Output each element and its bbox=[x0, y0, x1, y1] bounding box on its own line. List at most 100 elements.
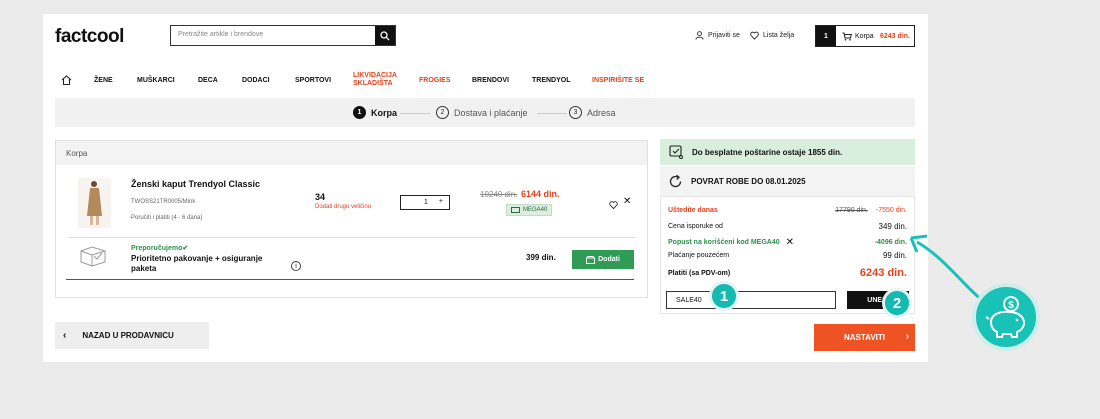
home-icon[interactable] bbox=[61, 75, 72, 87]
recommended-text: Preporučujemo bbox=[131, 245, 183, 252]
nav-likvidacija-line1: LIKVIDACIJA bbox=[353, 72, 397, 79]
return-arrow-icon bbox=[669, 174, 682, 187]
package-icon bbox=[586, 255, 596, 264]
chevron-left-icon: ‹ bbox=[63, 330, 67, 341]
add-packaging-button[interactable]: Dodati bbox=[572, 250, 634, 269]
total-value: 6243 din. bbox=[859, 267, 907, 279]
info-icon[interactable]: i bbox=[291, 261, 301, 271]
add-label: Dodati bbox=[598, 256, 620, 263]
step-divider bbox=[400, 113, 430, 114]
discount-row: Popust na korišćeni kod MEGA40 ✕ -4096 d… bbox=[668, 237, 907, 248]
product-shipping: Poručiti i platiti (4 - 6 dana) bbox=[131, 215, 203, 221]
product-old-price: 10240 din. bbox=[480, 190, 518, 199]
nav-item-dodaci[interactable]: DODACI bbox=[242, 77, 270, 84]
cart-icon bbox=[842, 32, 852, 41]
user-icon bbox=[695, 31, 704, 40]
divider bbox=[68, 237, 636, 238]
step-number: 1 bbox=[353, 106, 366, 119]
login-link[interactable]: Prijaviti se bbox=[695, 31, 740, 40]
login-label: Prijaviti se bbox=[708, 32, 740, 39]
cart-button[interactable]: 1 Korpa 6243 din. bbox=[815, 25, 915, 47]
product-sku: TWOSS21TR0005/Mink bbox=[131, 199, 196, 205]
cart-total: 6243 din. bbox=[880, 32, 910, 40]
search-placeholder: Pretražite artikle i brendove bbox=[178, 31, 264, 38]
delivery-box-icon bbox=[669, 145, 683, 159]
nav-item-brendovi[interactable]: BRENDOVI bbox=[472, 77, 509, 84]
discount-badge: MEGA40 bbox=[506, 204, 553, 216]
nav-item-likvidacija[interactable]: LIKVIDACIJA SKLADIŠTA bbox=[353, 72, 397, 88]
nav-likvidacija-line2: SKLADIŠTA bbox=[353, 80, 393, 87]
quantity-plus-button[interactable]: + bbox=[439, 198, 443, 205]
step-divider bbox=[537, 113, 567, 114]
chevron-right-icon: › bbox=[905, 331, 909, 342]
search-icon[interactable] bbox=[375, 26, 395, 45]
cod-value: 99 din. bbox=[882, 251, 907, 260]
product-new-price: 6144 din. bbox=[521, 189, 560, 199]
checkout-page: factcool Pretražite artikle i brendove P… bbox=[43, 14, 928, 362]
delivery-label: Cena isporuke od bbox=[668, 223, 723, 230]
savings-label: Uštedite danas bbox=[668, 207, 718, 214]
free-shipping-banner: Do besplatne poštarine ostaje 1855 din. bbox=[660, 139, 915, 165]
wishlist-link[interactable]: Lista želja bbox=[750, 31, 794, 40]
step-label: Dostava i plaćanje bbox=[454, 107, 528, 118]
search-bar[interactable]: Pretražite artikle i brendove bbox=[170, 25, 396, 46]
cart-count: 1 bbox=[816, 26, 836, 46]
savings-row: Uštedite danas 17790 din. -7550 din. bbox=[668, 207, 907, 214]
total-row: Platiti (sa PDV-om) 6243 din. bbox=[668, 267, 907, 279]
badge-label: MEGA40 bbox=[523, 207, 548, 213]
wishlist-label: Lista želja bbox=[763, 32, 795, 39]
nav-item-zene[interactable]: ŽENE bbox=[94, 77, 113, 84]
nav-item-deca[interactable]: DECA bbox=[198, 77, 218, 84]
step-dostava[interactable]: 2 Dostava i plaćanje bbox=[436, 106, 528, 119]
cart-header: Korpa bbox=[56, 141, 647, 165]
packaging-title: Prioritetno pakovanje + osiguranje paket… bbox=[131, 254, 263, 273]
product-title[interactable]: Ženski kaput Trendyol Classic bbox=[131, 179, 260, 189]
coupon-input[interactable]: SALE40 bbox=[666, 291, 836, 309]
product-image[interactable] bbox=[78, 178, 111, 228]
checkout-steps: 1 Korpa 2 Dostava i plaćanje 3 Adresa bbox=[55, 98, 915, 127]
quantity-stepper[interactable]: 1 + bbox=[400, 195, 450, 210]
package-shield-icon bbox=[78, 245, 108, 272]
step-korpa[interactable]: 1 Korpa bbox=[353, 106, 397, 119]
return-policy: POVRAT ROBE DO 08.01.2025 bbox=[660, 166, 915, 196]
cod-row: Plaćanje pouzećem 99 din. bbox=[668, 251, 907, 260]
nav-item-muskarci[interactable]: MUŠKARCI bbox=[137, 77, 175, 84]
delivery-row: Cena isporuke od 349 din. bbox=[668, 222, 907, 231]
check-icon: ✔ bbox=[182, 245, 189, 252]
nav-item-sportovi[interactable]: SPORTOVI bbox=[295, 77, 331, 84]
quantity-value: 1 bbox=[424, 199, 428, 206]
step-label: Adresa bbox=[587, 107, 616, 118]
return-text: POVRAT ROBE DO 08.01.2025 bbox=[691, 176, 806, 186]
savings-value: -7550 din. bbox=[875, 207, 907, 214]
add-size-link[interactable]: Dodati drugu veličinu bbox=[315, 204, 371, 210]
remove-code-icon[interactable]: ✕ bbox=[786, 237, 794, 248]
piggy-bank-icon: $ bbox=[972, 283, 1040, 351]
main-nav: ŽENE MUŠKARCI DECA DODACI SPORTOVI LIKVI… bbox=[55, 72, 917, 90]
discount-label: Popust na korišćeni kod MEGA40 bbox=[668, 239, 780, 246]
delivery-value: 349 din. bbox=[878, 222, 907, 231]
continue-label: NASTAVITI bbox=[843, 333, 886, 342]
back-label: NAZAD U PRODAVNICU bbox=[82, 331, 174, 340]
continue-button[interactable]: NASTAVITI › bbox=[814, 324, 915, 351]
cart-label: Korpa bbox=[855, 32, 874, 40]
ticket-icon bbox=[511, 207, 520, 213]
divider bbox=[66, 279, 634, 280]
step-adresa[interactable]: 3 Adresa bbox=[569, 106, 616, 119]
step-number: 3 bbox=[569, 106, 582, 119]
wishlist-heart-icon[interactable] bbox=[609, 196, 618, 214]
step-number: 2 bbox=[436, 106, 449, 119]
total-label: Platiti (sa PDV-om) bbox=[668, 269, 731, 277]
packaging-price: 399 din. bbox=[526, 253, 556, 262]
heart-icon bbox=[750, 31, 759, 40]
nav-item-trendyol[interactable]: TRENDYOL bbox=[532, 77, 571, 84]
cod-label: Plaćanje pouzećem bbox=[668, 252, 730, 259]
svg-text:$: $ bbox=[1008, 300, 1014, 311]
nav-item-frogies[interactable]: FROGIES bbox=[419, 77, 451, 84]
savings-old: 17790 din. bbox=[835, 207, 868, 214]
remove-item-icon[interactable]: ✕ bbox=[623, 196, 631, 207]
cart-box: Korpa Ženski kaput Trendyol Classic TWOS… bbox=[55, 140, 648, 298]
factcool-logo[interactable]: factcool bbox=[55, 26, 124, 48]
back-to-shop-button[interactable]: ‹ NAZAD U PRODAVNICU bbox=[55, 322, 209, 349]
free-shipping-text: Do besplatne poštarine ostaje 1855 din. bbox=[692, 147, 843, 157]
nav-item-inspirisite[interactable]: INSPIRIŠITE SE bbox=[592, 77, 644, 84]
